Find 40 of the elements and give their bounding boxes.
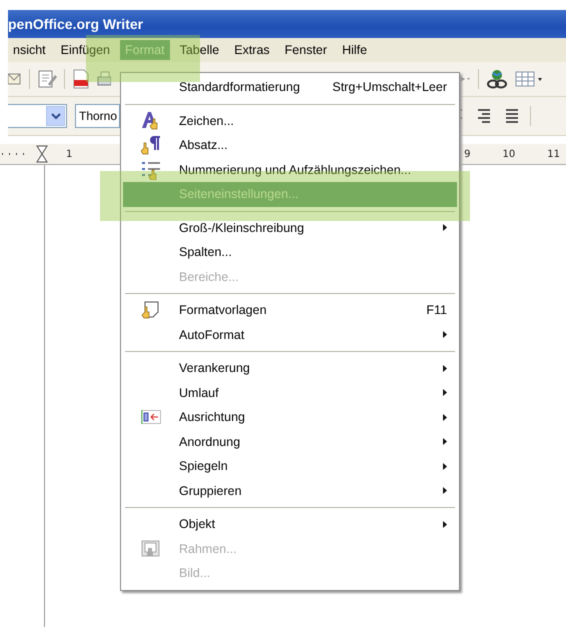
menu-item[interactable]: Anordnung <box>123 430 457 454</box>
menu-item[interactable]: Umlauf <box>123 380 457 405</box>
menu-item[interactable]: Formatvorlagen F11 <box>123 298 457 322</box>
menu-item[interactable]: Zeichen... <box>123 108 457 133</box>
ruler-number: 10 <box>502 148 516 160</box>
menu-item[interactable]: Absatz... <box>123 133 457 158</box>
menu-item[interactable]: nsicht <box>8 40 51 60</box>
chain-globe-icon[interactable] <box>486 68 508 90</box>
menu-item[interactable]: Nummerierung und Aufzählungszeichen... <box>123 158 457 182</box>
menu-item[interactable]: Verankerung <box>123 356 457 380</box>
menu-item[interactable]: Groß-/Kleinschreibung <box>123 216 457 240</box>
menu-item[interactable]: Standardformatierung Strg+Umschalt+Leer <box>123 75 457 100</box>
list-hand-icon <box>141 160 161 180</box>
style-dropdown[interactable] <box>8 104 67 128</box>
indent-marker-icon[interactable] <box>36 145 48 163</box>
pilcrow-hand-icon <box>141 135 161 156</box>
menu-item[interactable]: Hilfe <box>337 40 372 60</box>
ruler-number: 1 <box>66 148 72 160</box>
font-name-field[interactable]: Thorno <box>75 104 120 128</box>
menu-item[interactable]: AutoFormat <box>123 322 457 347</box>
menu-item[interactable]: Gruppieren <box>123 478 457 503</box>
chevron-down-icon <box>50 112 60 120</box>
menu-item[interactable]: Spiegeln <box>123 454 457 478</box>
page-hand-icon <box>141 300 161 320</box>
edit-document-icon[interactable] <box>37 69 57 89</box>
window-title: penOffice.org Writer <box>8 16 144 32</box>
table-icon[interactable] <box>515 69 543 89</box>
frame-icon <box>141 540 161 558</box>
menu-item[interactable]: Ausrichtung <box>123 405 457 430</box>
menu-item[interactable]: Tabelle <box>174 40 224 60</box>
menu-item[interactable]: Spalten... <box>123 240 457 264</box>
pdf-icon[interactable] <box>72 69 90 89</box>
menu-item[interactable]: Extras <box>229 40 275 60</box>
menu-item[interactable]: Einfügen <box>56 40 116 60</box>
envelope-icon[interactable] <box>8 71 22 87</box>
ruler-number: 11 <box>547 148 560 160</box>
menu-item[interactable]: Objekt <box>123 512 457 536</box>
alignment-icon <box>141 410 161 424</box>
menu-item[interactable]: Fenster <box>280 40 332 60</box>
ruler-number: 9 <box>464 148 471 160</box>
